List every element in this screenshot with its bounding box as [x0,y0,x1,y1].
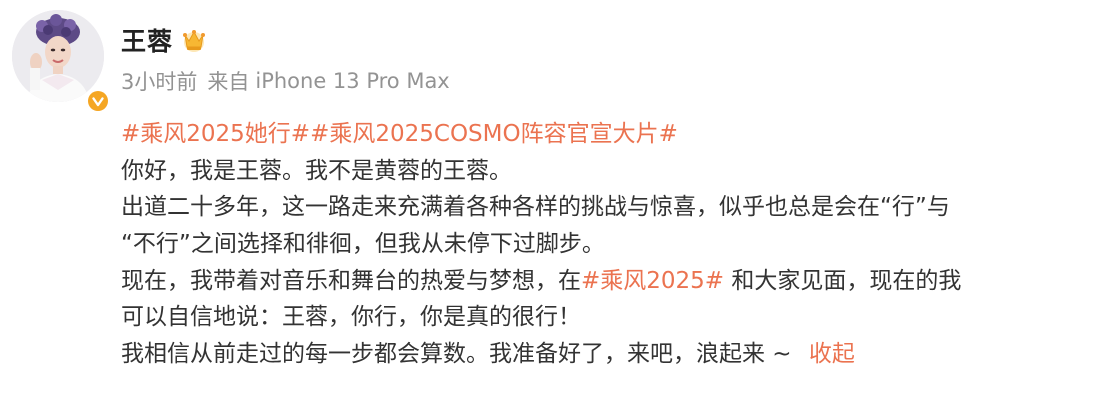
post-meta: 3小时前 来自 iPhone 13 Pro Max [121,66,450,96]
username[interactable]: 王蓉 [121,22,173,58]
post-text-line: “不行”之间选择和徘徊，但我从未停下过脚步。 [121,231,605,258]
post-text-line: 现在，我带着对音乐和舞台的热爱与梦想，在#乘风2025# 和大家见面，现在的我 [121,263,1096,300]
post-text-line: 你好，我是王蓉。我不是黄蓉的王蓉。 [121,157,512,184]
post-text-segment: 和大家见面，现在的我 [724,267,962,294]
avatar-container[interactable] [12,10,110,113]
post-content: #乘风2025她行##乘风2025COSMO阵容官宣大片# 你好，我是王蓉。我不… [121,116,1096,373]
collapse-link[interactable]: 收起 [809,341,855,367]
hashtag-link[interactable]: #乘风2025COSMO阵容官宣大片# [310,121,678,147]
verified-badge-icon [86,89,110,113]
post-text-segment: 现在，我带着对音乐和舞台的热爱与梦想，在 [121,267,581,294]
hashtag-link[interactable]: #乘风2025# [581,268,724,294]
vip-crown-icon[interactable] [179,27,209,53]
post-time[interactable]: 3小时前 [121,66,197,96]
hashtag-link[interactable]: #乘风2025她行# [121,121,310,147]
post-text-line: 我相信从前走过的每一步都会算数。我准备好了，来吧，浪起来 ~ 收起 [121,336,1096,373]
author-row: 王蓉 [121,20,209,60]
post-text-line: 可以自信地说：王蓉，你行，你是真的很行！ [121,304,581,331]
tag-line: #乘风2025她行##乘风2025COSMO阵容官宣大片# [121,116,1096,153]
post-text-segment: 我相信从前走过的每一步都会算数。我准备好了，来吧，浪起来 ~ [121,341,799,368]
post-text-line: 出道二十多年，这一路走来充满着各种各样的挑战与惊喜，似乎也总是会在“行”与 [121,194,950,221]
source-prefix: 来自 [207,70,250,94]
source-device: iPhone 13 Pro Max [255,69,450,93]
